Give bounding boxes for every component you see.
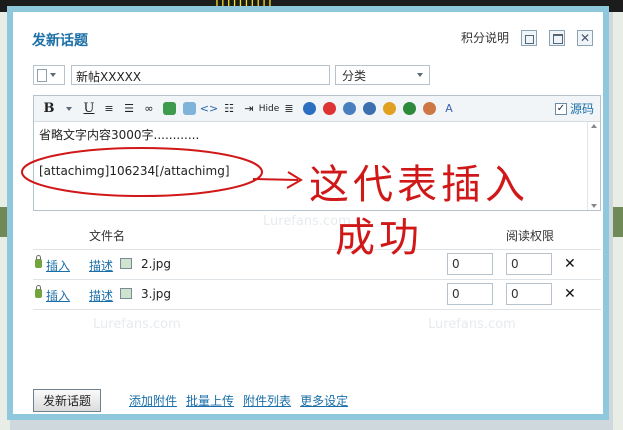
image-icon[interactable] [161, 101, 177, 117]
music-icon[interactable] [421, 101, 437, 117]
category-select[interactable]: 分类 [335, 65, 430, 85]
audio-icon[interactable] [381, 101, 397, 117]
image-file-icon [120, 258, 132, 269]
windows-media-icon[interactable] [361, 101, 377, 117]
align-left-icon[interactable]: ☰ [121, 101, 137, 117]
source-label: 源码 [569, 102, 594, 116]
attachment-filename: 3.jpg [141, 287, 172, 301]
insert-link[interactable]: 插入 [46, 287, 70, 304]
image-file-icon [120, 288, 132, 299]
new-thread-dialog: 发新话题 积分说明 ✕ 新帖XXXXX 分类 B U ≡ ☰ ∞ <> ☷ ⇥ [7, 6, 609, 420]
editor-scrollbar[interactable] [587, 122, 600, 210]
lock-icon [35, 255, 42, 268]
add-attachment-link[interactable]: 添加附件 [129, 392, 177, 409]
hide-button[interactable]: Hide [259, 101, 280, 117]
lock-icon [35, 285, 42, 298]
price-input[interactable]: 0 [447, 283, 493, 305]
describe-link[interactable]: 描述 [89, 257, 113, 274]
document-icon [37, 68, 47, 82]
content-line-1: 省略文字内容3000字............ [39, 128, 200, 142]
clear-format-icon[interactable]: A [441, 101, 457, 117]
annotation-text-line2: 成功 [335, 215, 423, 261]
watermark: Lurefans.com [428, 317, 516, 332]
price-input[interactable]: 0 [447, 253, 493, 275]
source-mode-toggle[interactable]: ✓ 源码 [554, 100, 594, 117]
subject-row: 新帖XXXXX 分类 [33, 65, 430, 85]
scroll-down-icon[interactable] [591, 204, 597, 208]
read-permission-column-header: 阅读权限 [506, 229, 555, 243]
delete-icon[interactable]: ✕ [564, 256, 576, 272]
underline-button[interactable]: U [81, 101, 97, 117]
link-icon[interactable]: ∞ [141, 101, 157, 117]
table-row: 插入 描述 3.jpg 0 0 ✕ [33, 280, 601, 310]
ordered-list-icon[interactable]: ☷ [221, 101, 237, 117]
quote-icon[interactable] [181, 101, 197, 117]
delete-icon[interactable]: ✕ [564, 286, 576, 302]
attachment-filename: 2.jpg [141, 257, 172, 271]
indent-icon[interactable]: ⇥ [241, 101, 257, 117]
read-permission-input[interactable]: 0 [506, 253, 552, 275]
table-row: 插入 描述 2.jpg 0 0 ✕ [33, 250, 601, 280]
video-icon[interactable] [401, 101, 417, 117]
chevron-down-icon [50, 73, 56, 77]
attachment-list-link[interactable]: 附件列表 [243, 392, 291, 409]
scroll-up-icon[interactable] [591, 124, 597, 128]
annotation-text-line1: 这代表插入 [309, 162, 529, 208]
editor-toolbar: B U ≡ ☰ ∞ <> ☷ ⇥ Hide ≣ A ✓ 源码 [34, 96, 600, 122]
qq-icon[interactable] [321, 101, 337, 117]
chevron-down-icon [417, 73, 423, 77]
describe-link[interactable]: 描述 [89, 287, 113, 304]
dialog-title-actions: 积分说明 ✕ [461, 29, 593, 46]
background-page-right [613, 12, 623, 430]
real-media-icon[interactable] [341, 101, 357, 117]
insert-link[interactable]: 插入 [46, 257, 70, 274]
read-permission-input[interactable]: 0 [506, 283, 552, 305]
align-center-icon[interactable]: ≡ [101, 101, 117, 117]
points-help-link[interactable]: 积分说明 [461, 29, 509, 46]
watermark: Lurefans.com [93, 317, 181, 332]
align-justify-icon[interactable]: ≣ [281, 101, 297, 117]
more-settings-link[interactable]: 更多设定 [300, 392, 348, 409]
post-thread-button[interactable]: 发新话题 [33, 389, 102, 412]
thread-type-select[interactable] [33, 65, 65, 85]
source-checkbox[interactable]: ✓ [554, 102, 567, 115]
attachment-table-header: 文件名 阅读权限 [33, 222, 601, 250]
category-selected-label: 分类 [342, 68, 367, 83]
maximize-icon[interactable] [549, 29, 565, 46]
batch-upload-link[interactable]: 批量上传 [186, 392, 234, 409]
code-icon[interactable]: <> [200, 101, 218, 117]
filename-column-header: 文件名 [89, 229, 126, 243]
popout-icon[interactable] [521, 29, 537, 46]
close-icon[interactable]: ✕ [577, 29, 593, 46]
dialog-title: 发新话题 [32, 33, 88, 49]
flash-icon[interactable] [301, 101, 317, 117]
subject-input[interactable]: 新帖XXXXX [71, 65, 330, 85]
font-dropdown-icon[interactable] [61, 101, 77, 117]
bold-button[interactable]: B [41, 101, 57, 117]
dialog-footer: 发新话题 添加附件 批量上传 附件列表 更多设定 [33, 389, 348, 412]
content-line-2: [attachimg]106234[/attachimg] [39, 164, 230, 178]
